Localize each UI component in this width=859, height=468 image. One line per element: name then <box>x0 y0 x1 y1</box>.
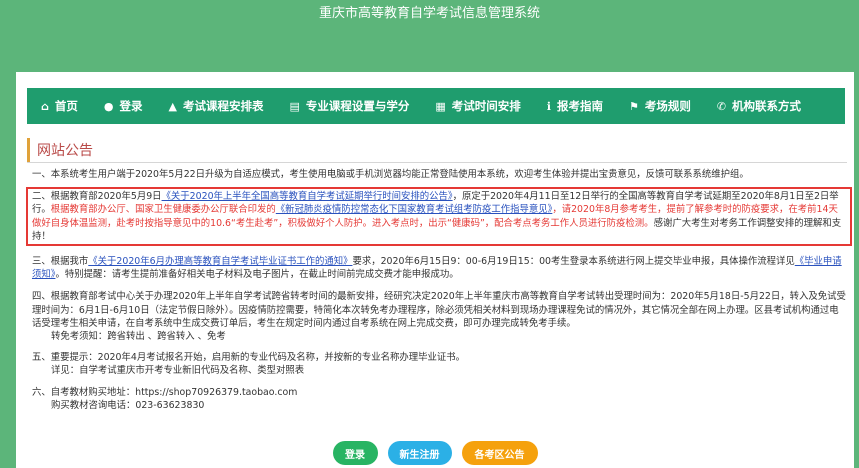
main-panel: ⌂ 首页 ● 登录 ▲ 考试课程安排表 ▤ 专业课程设置与学分 ▦ 考试时间安排… <box>16 72 854 468</box>
user-icon: ● <box>103 99 114 113</box>
nav-contacts[interactable]: ✆ 机构联系方式 <box>717 98 801 114</box>
notice-3: 三、根据我市《关于2020年6月办理高等教育自学考试毕业证书工作的通知》要求，2… <box>32 255 846 281</box>
nav-exam-rules[interactable]: ⚑ 考场规则 <box>629 98 691 114</box>
notice-5-text: 五、重要提示：2020年4月考试报名开始，启用新的专业代码及名称，并按新的专业名… <box>32 352 465 364</box>
login-button[interactable]: 登录 <box>332 441 378 465</box>
district-notice-button[interactable]: 各考区公告 <box>461 441 538 465</box>
notice-4-sub[interactable]: 转免考须知：跨省转出 、跨省转入 、免考 <box>32 331 226 342</box>
notice-6-text: 六、自考教材购买地址：https://shop70926379.taobao.c… <box>32 386 298 398</box>
home-icon: ⌂ <box>41 99 49 113</box>
notice-6-sub: 购买教材咨询电话：023-63623830 <box>51 399 205 411</box>
notice-2-text: 二、根据教育部2020年5月9日 <box>32 191 162 203</box>
section-accent-bar <box>27 138 30 162</box>
notice-1: 一、本系统考生用户端于2020年5月22日升级为自适应模式，考生使用电脑或手机浏… <box>32 169 749 180</box>
nav-label: 登录 <box>119 99 143 113</box>
notice-5: 五、重要提示：2020年4月考试报名开始，启用新的专业代码及名称，并按新的专业名… <box>32 351 846 377</box>
register-button[interactable]: 新生注册 <box>387 441 452 465</box>
nav-exam-time[interactable]: ▦ 考试时间安排 <box>435 98 520 114</box>
notice-2-link-1[interactable]: 《关于2020年上半年全国高等教育自学考试延期举行时间安排的公告》 <box>162 191 453 202</box>
graduation-cap-icon: ▲ <box>168 99 177 113</box>
notice-3-text: 。特别提醒：请考生提前准备好相关电子材料及电子图片，在截止时间前完成交费才能申报… <box>55 269 459 281</box>
notice-3-link-1[interactable]: 《关于2020年6月办理高等教育自学考试毕业证书工作的通知》 <box>88 256 352 267</box>
notice-5-sub[interactable]: 详见：自学考试重庆市开考专业新旧代码及名称、类型对照表 <box>32 365 304 376</box>
notice-2-highlighted: 二、根据教育部2020年5月9日《关于2020年上半年全国高等教育自学考试延期举… <box>26 187 852 247</box>
notice-3-text: 要求，2020年6月15日9：00-6月19日15：00考生登录本系统进行网上提… <box>352 256 795 268</box>
nav-label: 首页 <box>54 99 78 113</box>
phone-icon: ✆ <box>716 99 727 113</box>
nav-label: 考试时间安排 <box>451 99 521 113</box>
notice-3-text: 三、根据我市 <box>32 256 89 268</box>
nav-label: 机构联系方式 <box>732 99 802 113</box>
notice-2-link-2[interactable]: 《新冠肺炎疫情防控常态化下国家教育考试组考防疫工作指导意见》 <box>276 204 553 215</box>
list-icon: ▤ <box>289 99 300 113</box>
nav-label: 考场规则 <box>644 99 691 113</box>
section-title: 网站公告 <box>37 143 93 159</box>
nav-label: 考试课程安排表 <box>182 99 264 113</box>
nav-major-courses[interactable]: ▤ 专业课程设置与学分 <box>289 98 409 114</box>
notice-4: 四、根据教育部考试中心关于办理2020年上半年自学考试跨省转考时间的最新安排，经… <box>32 290 846 343</box>
calendar-icon: ▦ <box>435 99 446 113</box>
notice-4-text: 四、根据教育部考试中心关于办理2020年上半年自学考试跨省转考时间的最新安排，经… <box>32 291 846 329</box>
action-buttons: 登录 新生注册 各考区公告 <box>16 441 854 467</box>
nav-label: 专业课程设置与学分 <box>305 99 410 113</box>
nav-login[interactable]: ● 登录 <box>104 98 143 114</box>
flag-icon: ⚑ <box>628 99 639 113</box>
nav-exam-schedule[interactable]: ▲ 考试课程安排表 <box>168 98 263 114</box>
notice-6: 六、自考教材购买地址：https://shop70926379.taobao.c… <box>32 386 846 412</box>
announcement-content: 一、本系统考生用户端于2020年5月22日升级为自适应模式，考生使用电脑或手机浏… <box>26 168 852 420</box>
main-nav: ⌂ 首页 ● 登录 ▲ 考试课程安排表 ▤ 专业课程设置与学分 ▦ 考试时间安排… <box>27 88 845 124</box>
app-title: 重庆市高等教育自学考试信息管理系统 <box>318 6 540 21</box>
announcement-header: 网站公告 <box>27 138 847 163</box>
nav-guide[interactable]: ℹ 报考指南 <box>547 98 603 114</box>
info-icon: ℹ <box>546 99 551 113</box>
nav-label: 报考指南 <box>556 99 603 113</box>
nav-home[interactable]: ⌂ 首页 <box>41 98 78 114</box>
notice-2-red: 根据教育部办公厅、国家卫生健康委办公厅联合印发的 <box>50 204 276 216</box>
